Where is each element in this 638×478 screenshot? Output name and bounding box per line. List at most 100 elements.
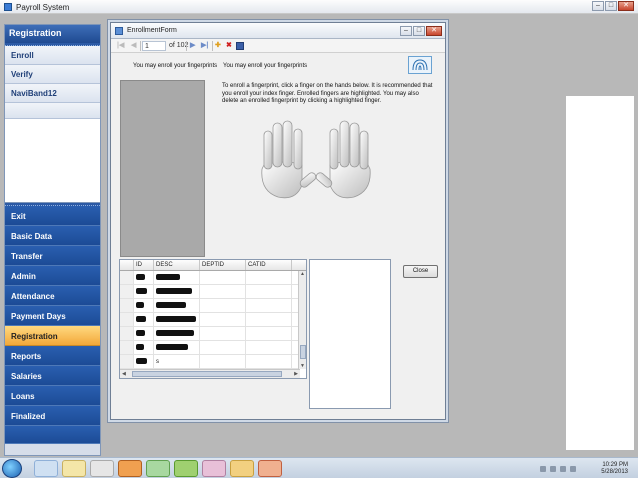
taskbar-clock[interactable]: 10:29 PM 5/28/2013 [601,462,628,476]
column-header-id[interactable]: ID [134,260,154,270]
catid-cell [246,355,292,368]
table-row[interactable]: s [120,355,306,369]
right-index-finger[interactable] [329,128,339,170]
scroll-up-icon[interactable]: ▲ [300,271,305,277]
enroll-message-left: You may enroll your fingerprints [133,63,218,69]
table-row[interactable] [120,285,306,299]
tray-flag-icon[interactable] [550,466,556,472]
enroll-message-right: You may enroll your fingerprints [223,63,308,69]
close-window-button[interactable]: ✕ [618,1,634,11]
menu-exit[interactable]: Exit [5,206,100,226]
menu-finalized[interactable]: Finalized [5,406,100,426]
deptid-cell [200,271,246,284]
table-row[interactable] [120,327,306,341]
menu-basic-data[interactable]: Basic Data [5,226,100,246]
left-pinky-finger[interactable] [263,130,273,170]
menu-label: Attendance [11,292,55,301]
move-last-icon[interactable]: ▶| [201,41,208,51]
form-close-button[interactable]: ✕ [426,26,442,36]
save-icon[interactable] [236,42,244,50]
menu-transfer[interactable]: Transfer [5,246,100,266]
vertical-scroll-thumb[interactable] [300,345,306,359]
nav-panel-header[interactable]: Registration [5,25,100,43]
employee-grid[interactable]: ID DESC DEPTID CATID s ▲ ▼ ◀ ▶ [119,259,307,379]
menu-admin[interactable]: Admin [5,266,100,286]
row-header-cell [120,260,134,270]
taskbar-powerpoint-icon[interactable] [258,460,282,477]
move-first-icon[interactable]: |◀ [117,41,124,51]
delete-icon[interactable]: ✖ [226,41,232,51]
scroll-down-icon[interactable]: ▼ [300,363,305,369]
redacted-desc-cell [154,341,200,354]
sub-item-enroll[interactable]: Enroll [5,46,100,65]
taskbar-media-icon[interactable] [90,460,114,477]
taskbar-firefox-icon[interactable] [118,460,142,477]
taskbar-utorrent-icon[interactable] [146,460,170,477]
left-middle-finger[interactable] [282,120,293,168]
tray-volume-icon[interactable] [570,466,576,472]
right-ring-finger[interactable] [349,122,360,168]
column-header-desc[interactable]: DESC [154,260,200,270]
left-hand [261,120,317,199]
taskbar-folder-icon[interactable] [62,460,86,477]
column-header-deptid[interactable]: DEPTID [200,260,246,270]
form-minimize-button[interactable]: – [400,26,412,36]
close-button[interactable]: Close [403,265,438,278]
table-row[interactable] [120,271,306,285]
move-previous-icon[interactable]: ◀ [131,41,136,51]
menu-loans[interactable]: Loans [5,386,100,406]
position-input[interactable]: 1 [142,41,166,51]
row-header [120,327,134,340]
enrolled-list[interactable] [309,259,391,409]
menu-attendance[interactable]: Attendance [5,286,100,306]
maximize-button[interactable]: □ [605,1,617,11]
taskbar: 10:29 PM 5/28/2013 [0,457,638,478]
horizontal-scroll-thumb[interactable] [132,371,282,377]
taskbar-paint-icon[interactable] [202,460,226,477]
row-header [120,355,134,368]
desc-cell: s [154,355,200,368]
binding-navigator: |◀ ◀ 1 of 102 ▶ ▶| ✚ ✖ [111,39,445,53]
move-next-icon[interactable]: ▶ [190,41,195,51]
add-new-icon[interactable]: ✚ [215,41,221,51]
catid-cell [246,271,292,284]
right-middle-finger[interactable] [339,120,350,168]
left-ring-finger[interactable] [272,122,283,168]
redacted-id-cell [134,313,154,326]
menu-salaries[interactable]: Salaries [5,366,100,386]
menu-payment-days[interactable]: Payment Days [5,306,100,326]
scroll-left-icon[interactable]: ◀ [122,371,126,377]
menu-reports[interactable]: Reports [5,346,100,366]
sub-item-naviband12[interactable]: NaviBand12 [5,84,100,103]
sub-panel-area [5,119,100,203]
tray-arrow-icon[interactable] [540,466,546,472]
form-maximize-button[interactable]: □ [413,26,425,36]
left-index-finger[interactable] [293,128,303,170]
grid-header: ID DESC DEPTID CATID [120,260,306,271]
redacted-desc-cell [154,327,200,340]
sub-item-verify[interactable]: Verify [5,65,100,84]
start-button-icon[interactable] [2,459,22,478]
enrollment-form: EnrollmentForm – □ ✕ |◀ ◀ 1 of 102 ▶ ▶| … [110,22,446,420]
table-row[interactable] [120,313,306,327]
sub-item-label: NaviBand12 [11,89,57,98]
table-row[interactable] [120,341,306,355]
grid-horizontal-scrollbar[interactable]: ◀ ▶ [120,369,300,378]
row-header [120,299,134,312]
nav-panel-title: Registration [9,28,62,38]
grid-vertical-scrollbar[interactable]: ▲ ▼ [298,271,306,369]
column-header-catid[interactable]: CATID [246,260,292,270]
redacted-id-cell [134,271,154,284]
taskbar-android-icon[interactable] [174,460,198,477]
fingerprint-logo-icon [408,56,432,74]
tray-network-icon[interactable] [560,466,566,472]
minimize-button[interactable]: – [592,1,604,11]
redacted-desc-cell [154,313,200,326]
taskbar-app-icon[interactable] [230,460,254,477]
row-header [120,341,134,354]
table-row[interactable] [120,299,306,313]
scroll-right-icon[interactable]: ▶ [294,371,298,377]
menu-registration[interactable]: Registration [5,326,100,346]
taskbar-ie-icon[interactable] [34,460,58,477]
right-pinky-finger[interactable] [359,130,369,170]
